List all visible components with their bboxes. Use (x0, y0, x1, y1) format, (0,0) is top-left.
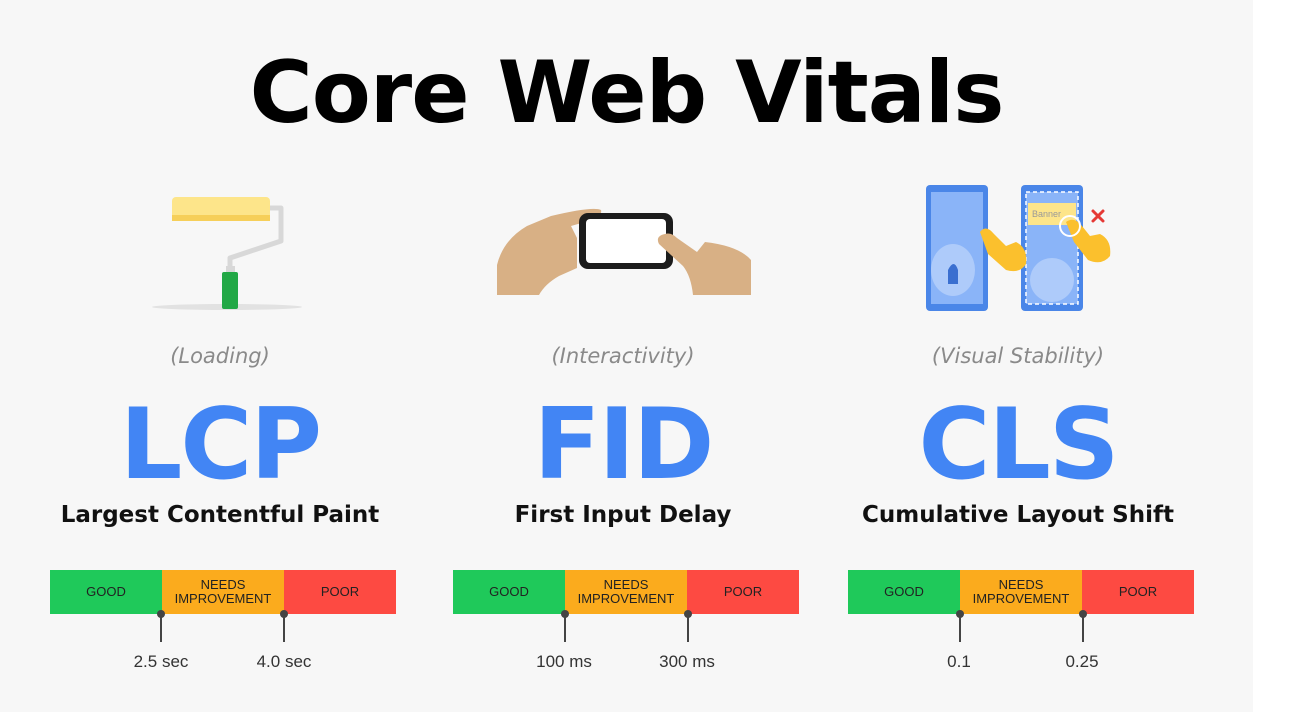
needs-improvement-segment: NEEDS IMPROVEMENT (960, 570, 1082, 614)
threshold-label: 300 ms (659, 652, 715, 671)
category-label: (Loading) (170, 344, 270, 368)
metric-acronym: CLS (918, 388, 1120, 502)
threshold-bar: GOOD NEEDS IMPROVEMENT POOR (848, 570, 1194, 614)
paint-roller-icon (152, 197, 302, 310)
threshold-bar: GOOD NEEDS IMPROVEMENT POOR (453, 570, 799, 614)
category-label: (Visual Stability) (931, 344, 1105, 368)
poor-segment: POOR (1082, 570, 1194, 614)
threshold-label: 2.5 sec (133, 652, 189, 671)
needs-label-line1: NEEDS (200, 577, 246, 592)
layout-shift-phones-icon: Banner (926, 185, 1111, 311)
needs-improvement-segment: NEEDS IMPROVEMENT (565, 570, 687, 614)
hand-tapping-phone-icon (497, 208, 751, 295)
metric-name: First Input Delay (514, 502, 732, 528)
threshold-tick (959, 614, 961, 642)
needs-label-line2: IMPROVEMENT (972, 591, 1070, 606)
category-label: (Interactivity) (551, 344, 695, 368)
metric-column-lcp: (Loading) LCP Largest Contentful Paint G… (50, 0, 396, 712)
needs-label-line1: NEEDS (603, 577, 649, 592)
metric-name: Largest Contentful Paint (60, 502, 380, 528)
threshold-label: 4.0 sec (256, 652, 312, 671)
needs-label-line2: IMPROVEMENT (577, 591, 675, 606)
threshold-label: 100 ms (536, 652, 592, 671)
metric-column-fid: (Interactivity) FID First Input Delay GO… (453, 0, 799, 712)
good-segment: GOOD (848, 570, 960, 614)
threshold-label: 0.1 (947, 652, 971, 671)
metric-column-cls: Banner (Visual Stability) CLS Cumulative… (848, 0, 1194, 712)
needs-label-line1: NEEDS (998, 577, 1044, 592)
poor-segment: POOR (687, 570, 799, 614)
threshold-tick (1082, 614, 1084, 642)
threshold-tick (564, 614, 566, 642)
threshold-bar: GOOD NEEDS IMPROVEMENT POOR (50, 570, 396, 614)
good-segment: GOOD (453, 570, 565, 614)
metric-acronym: LCP (119, 388, 322, 502)
poor-segment: POOR (284, 570, 396, 614)
needs-label-line2: IMPROVEMENT (174, 591, 272, 606)
threshold-label: 0.25 (1065, 652, 1099, 671)
threshold-tick (283, 614, 285, 642)
metric-acronym: FID (533, 388, 715, 502)
banner-text: Banner (1032, 209, 1061, 219)
threshold-tick (160, 614, 162, 642)
threshold-tick (687, 614, 689, 642)
good-segment: GOOD (50, 570, 162, 614)
needs-improvement-segment: NEEDS IMPROVEMENT (162, 570, 284, 614)
metric-name: Cumulative Layout Shift (862, 502, 1174, 528)
